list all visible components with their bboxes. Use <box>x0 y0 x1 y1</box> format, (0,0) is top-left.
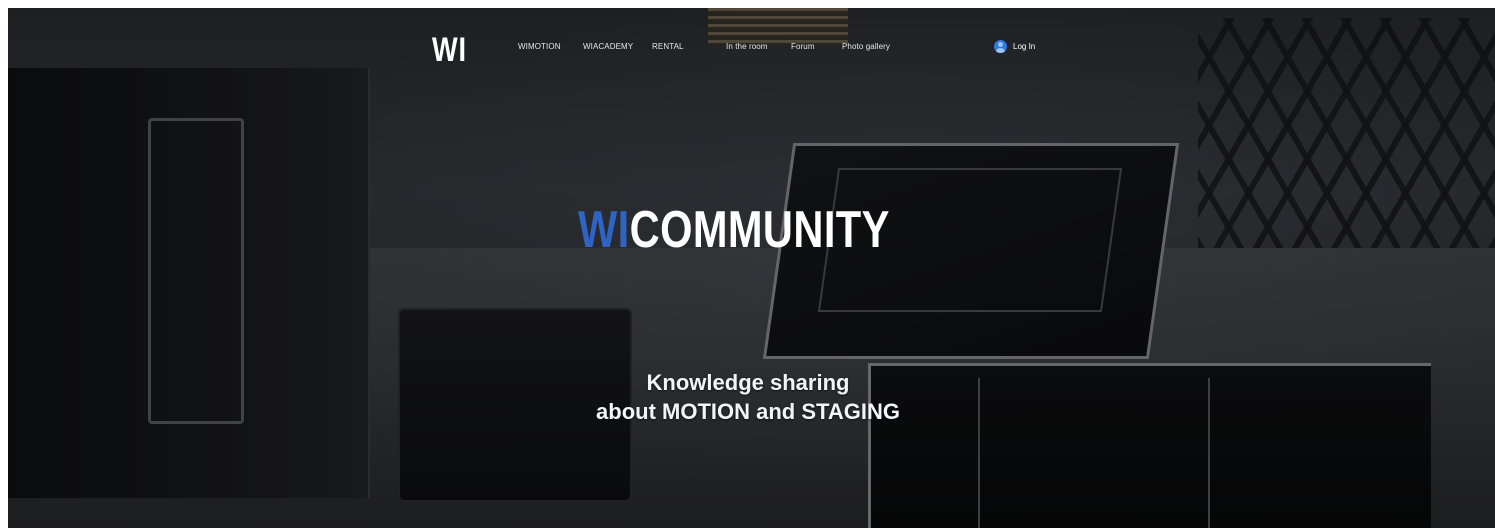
nav-item-wiacademy[interactable]: WIACADEMY <box>583 42 633 51</box>
user-avatar-icon <box>994 39 1007 53</box>
nav-item-rental[interactable]: RENTAL <box>652 42 684 51</box>
nav-item-forum[interactable]: Forum <box>791 42 815 51</box>
dark-overlay <box>8 8 1495 528</box>
hero-title-accent: WI <box>578 201 630 259</box>
hero-title-main: COMMUNITY <box>629 201 890 259</box>
hero-subtitle-line2: about MOTION and STAGING <box>596 399 900 424</box>
login-label: Log In <box>1013 41 1036 51</box>
site-header: WI WIMOTION WIACADEMY RENTAL In the room… <box>8 8 1495 84</box>
hero-subtitle: Knowledge sharing about MOTION and STAGI… <box>548 368 948 426</box>
hero-subtitle-line1: Knowledge sharing <box>646 370 850 395</box>
login-button[interactable]: Log In <box>994 38 1035 54</box>
nav-item-photo-gallery[interactable]: Photo gallery <box>842 42 890 51</box>
hero-title: WICOMMUNITY <box>578 204 890 256</box>
page-frame: WI WIMOTION WIACADEMY RENTAL In the room… <box>0 0 1495 528</box>
nav-item-in-the-room[interactable]: In the room <box>726 42 768 51</box>
site-logo[interactable]: WI <box>432 33 467 67</box>
nav-item-wimotion[interactable]: WIMOTION <box>518 42 561 51</box>
hero-background <box>8 8 1495 528</box>
